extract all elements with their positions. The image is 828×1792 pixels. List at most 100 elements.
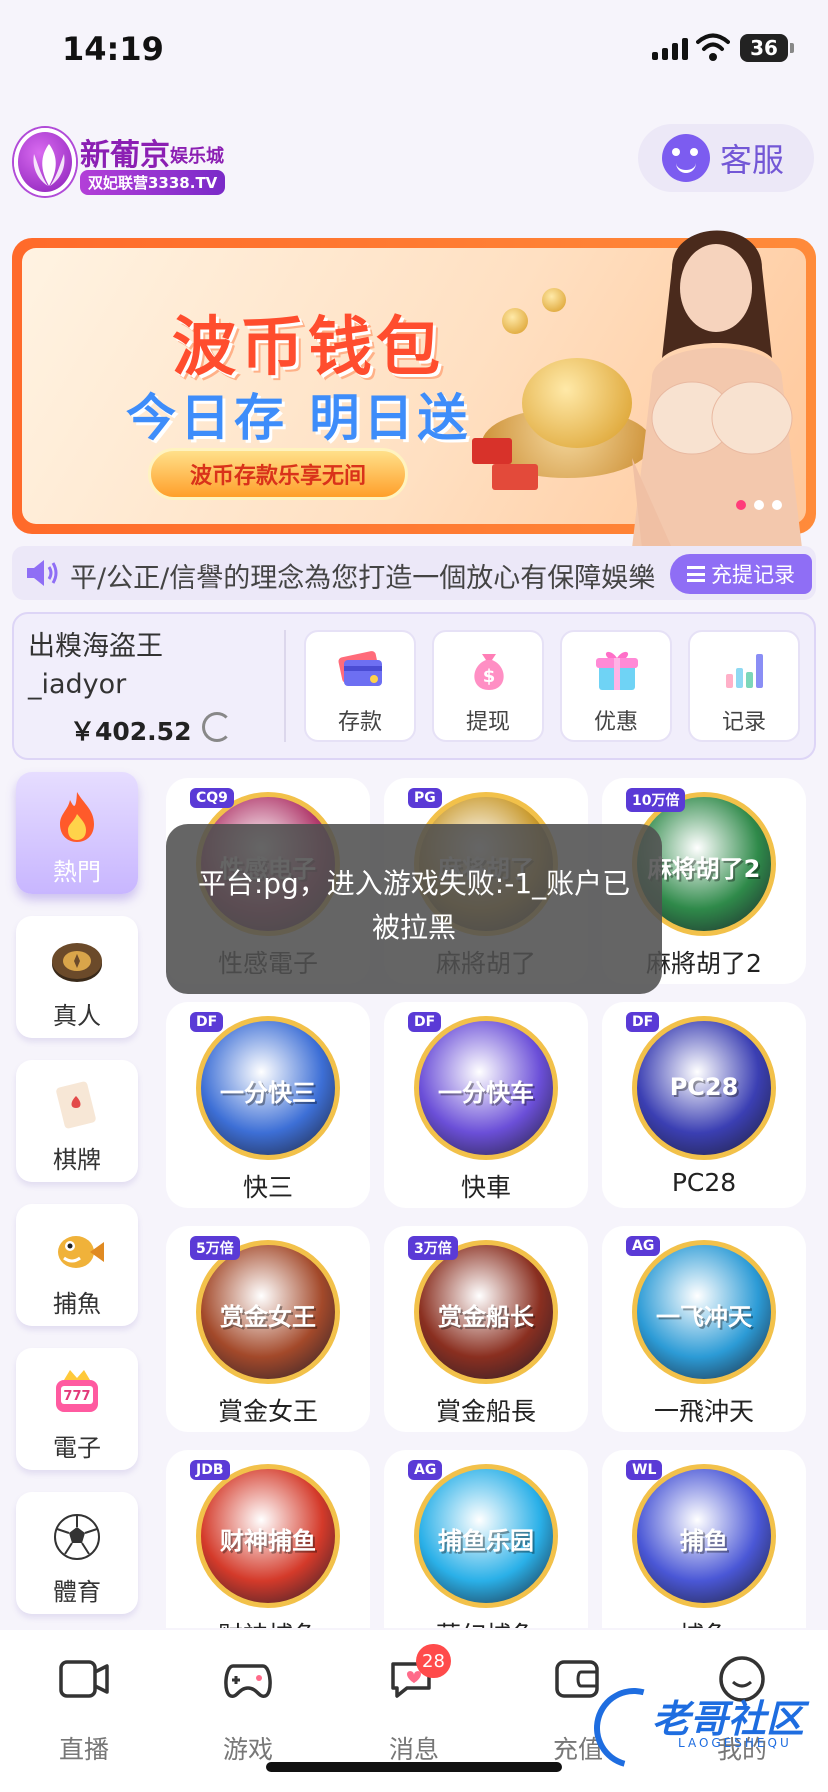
logo-tagline: 双妃联营3338.TV <box>80 170 226 195</box>
game-provider-badge: 5万倍 <box>190 1236 240 1260</box>
deposit-label: 存款 <box>337 710 382 735</box>
category-label: 熱門 <box>53 858 101 886</box>
game-art-title: 一分快三 <box>220 1079 316 1107</box>
game-name: PC28 <box>671 1168 737 1197</box>
game-provider-badge: AG <box>626 1236 661 1256</box>
game-icon: 一分快三 <box>196 1016 340 1160</box>
card-icon <box>338 651 382 686</box>
wifi-icon <box>696 33 730 61</box>
tab-games[interactable]: 游戏 <box>188 1654 308 1774</box>
header: 新葡京 娱乐城 双妃联营3338.TV 客服 <box>0 116 828 206</box>
game-art-title: 捕鱼 <box>680 1527 728 1555</box>
notice-marquee-text: 平/公正/信譽的理念為您打造一個放心有保障娛樂 <box>70 563 656 594</box>
watermark-text: 老哥社区 <box>652 1697 805 1741</box>
banner-subtitle: 今日存 明日送 <box>126 389 472 447</box>
status-bar: 14:19 36 <box>0 0 828 100</box>
game-icon: 一分快车 <box>414 1016 558 1160</box>
banner-cta-button[interactable]: 波币存款乐享无间 <box>148 448 408 500</box>
transaction-records-label: 充提记录 <box>711 563 795 587</box>
logo-icon <box>14 128 76 196</box>
game-name: 賞金女王 <box>217 1397 318 1426</box>
game-card[interactable]: 捕鱼乐园 AG 夢幻捕魚 <box>384 1450 588 1628</box>
category-label: 真人 <box>53 1002 101 1030</box>
game-icon: 财神捕鱼 <box>196 1464 340 1608</box>
game-provider-badge: PG <box>408 788 442 808</box>
logo-title: 新葡京 <box>80 138 170 173</box>
pagination-dot[interactable] <box>772 500 782 510</box>
game-icon: 一飞冲天 <box>632 1240 776 1384</box>
game-name: 快三 <box>242 1173 293 1202</box>
game-name: 捕魚 <box>602 1616 806 1628</box>
customer-service-button[interactable]: 客服 <box>638 124 814 192</box>
divider <box>284 630 286 742</box>
category-fishing[interactable]: 捕魚 <box>16 1204 138 1326</box>
bar-chart-icon <box>726 654 763 688</box>
slot-machine-icon: 777 <box>56 1370 98 1412</box>
money-bag-icon: $ <box>474 654 504 690</box>
deposit-button[interactable]: 存款 <box>304 630 416 742</box>
category-label: 電子 <box>53 1434 101 1462</box>
category-label: 棋牌 <box>53 1146 101 1174</box>
game-provider-badge: DF <box>190 1012 224 1032</box>
refresh-icon[interactable] <box>202 712 232 742</box>
game-art-title: 赏金女王 <box>220 1303 316 1331</box>
game-name: 夢幻捕魚 <box>384 1616 588 1628</box>
game-provider-badge: 3万倍 <box>408 1236 458 1260</box>
tab-messages[interactable]: 28 消息 <box>354 1644 474 1774</box>
username-line-2: _iadyor <box>28 669 127 700</box>
game-card[interactable]: 捕鱼 WL 捕魚 <box>602 1450 806 1628</box>
pagination-dot[interactable] <box>754 500 764 510</box>
logo-subtitle: 娱乐城 <box>170 146 224 167</box>
category-cards[interactable]: 棋牌 <box>16 1060 138 1182</box>
tab-label: 游戏 <box>222 1735 273 1764</box>
game-card[interactable]: 赏金船长 3万倍 賞金船長 <box>384 1226 588 1432</box>
tab-live[interactable]: 直播 <box>24 1654 144 1774</box>
unread-badge: 28 <box>416 1644 451 1678</box>
game-card[interactable]: 一分快车 DF 快車 <box>384 1002 588 1208</box>
pagination-dot[interactable] <box>736 500 746 510</box>
category-slots[interactable]: 777 電子 <box>16 1348 138 1470</box>
game-icon: 赏金女王 <box>196 1240 340 1384</box>
tab-label: 直播 <box>58 1735 109 1764</box>
game-card[interactable]: PC28 DF PC28 <box>602 1002 806 1208</box>
withdraw-button[interactable]: $ 提现 <box>432 630 544 742</box>
gamepad-icon <box>224 1664 272 1698</box>
game-card[interactable]: 一分快三 DF 快三 <box>166 1002 370 1208</box>
records-label: 记录 <box>721 710 766 735</box>
promotions-button[interactable]: 优惠 <box>560 630 672 742</box>
camera-icon <box>59 1660 109 1698</box>
customer-service-label: 客服 <box>720 141 785 179</box>
promotions-label: 优惠 <box>593 710 638 735</box>
withdraw-label: 提现 <box>465 710 510 735</box>
category-hot[interactable]: 熱門 <box>16 772 138 894</box>
game-name: 财神捕鱼 <box>166 1616 370 1628</box>
banner-title: 波币钱包 <box>172 311 444 385</box>
gift-icon <box>596 651 638 690</box>
casino-chip-icon <box>52 943 102 982</box>
watermark-subtext: LAOGESHEQU <box>678 1736 792 1750</box>
transaction-records-button[interactable]: 充提记录 <box>670 554 812 594</box>
notice-bar: 平/公正/信譽的理念為您打造一個放心有保障娛樂 充提记录 <box>12 546 816 600</box>
game-art-title: PC28 <box>669 1073 739 1101</box>
category-label: 捕魚 <box>53 1290 101 1318</box>
game-name: 快車 <box>460 1173 511 1202</box>
game-card[interactable]: 赏金女王 5万倍賞金女王 <box>166 1226 370 1432</box>
soccer-ball-icon <box>54 1514 100 1560</box>
svg-text:$: $ <box>483 666 496 687</box>
game-card[interactable]: 财神捕鱼 JDB 财神捕鱼 <box>166 1450 370 1628</box>
category-live[interactable]: 真人 <box>16 916 138 1038</box>
game-card[interactable]: 一飞冲天 AG 一飛沖天 <box>602 1226 806 1432</box>
game-icon: PC28 <box>632 1016 776 1160</box>
playing-card-icon <box>56 1081 96 1129</box>
game-art-title: 捕鱼乐园 <box>438 1527 534 1555</box>
error-toast: 平台:pg，进入游戏失败:-1_账户已被拉黑 <box>166 824 662 994</box>
category-sports[interactable]: 體育 <box>16 1492 138 1614</box>
game-provider-badge: CQ9 <box>190 788 234 808</box>
username: 出糗海盗王 _iadyor <box>28 628 268 704</box>
records-button[interactable]: 记录 <box>688 630 800 742</box>
promo-banner[interactable]: 波币钱包 今日存 明日送 波币存款乐享无间 <box>12 230 816 548</box>
game-name: 賞金船長 <box>435 1397 536 1426</box>
game-provider-badge: 10万倍 <box>626 788 686 812</box>
game-name: 一飛沖天 <box>653 1397 754 1426</box>
svg-text:777: 777 <box>63 1389 90 1404</box>
